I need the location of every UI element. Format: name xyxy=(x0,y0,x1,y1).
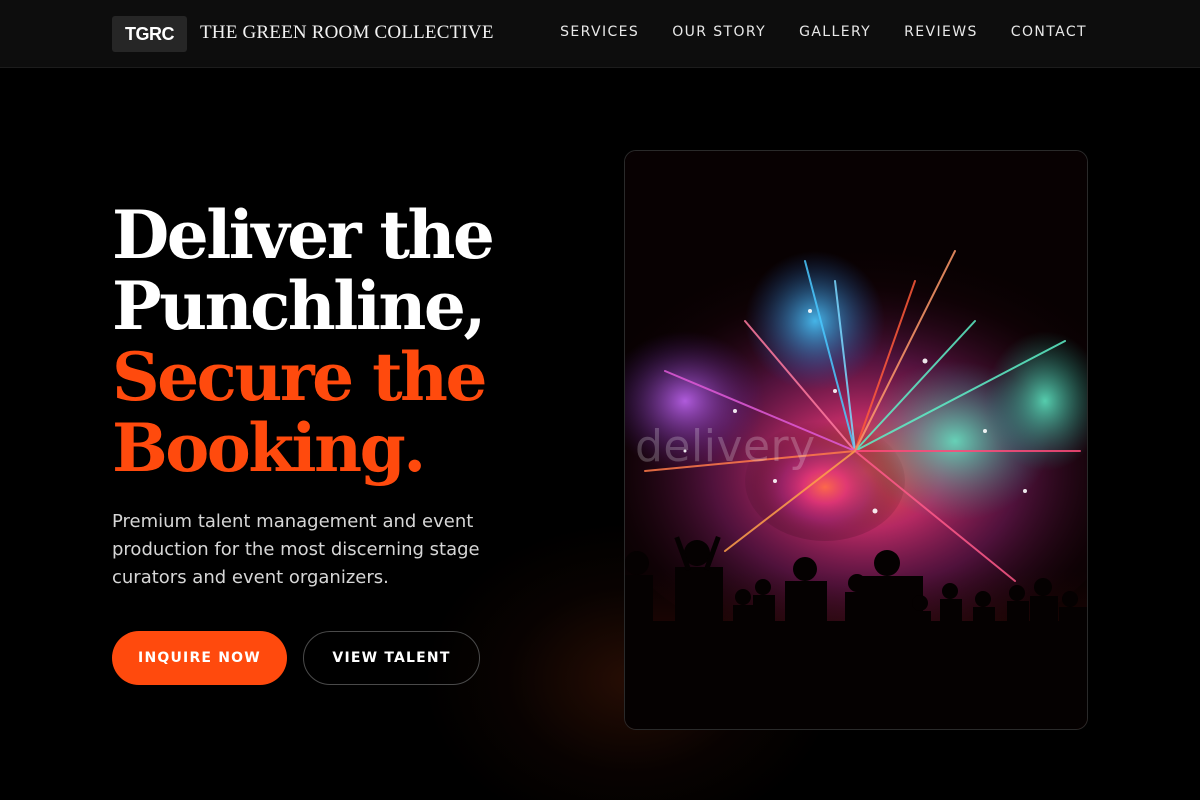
site-header: TGRC THE GREEN ROOM COLLECTIVE SERVICES … xyxy=(0,0,1200,68)
main-nav: SERVICES OUR STORY GALLERY REVIEWS CONTA… xyxy=(560,24,1087,40)
image-watermark: delivery xyxy=(635,421,816,472)
nav-services[interactable]: SERVICES xyxy=(560,24,639,40)
hero-subtitle: Premium talent management and event prod… xyxy=(112,511,480,588)
headline-line-3: Secure the xyxy=(112,338,488,416)
brand-name[interactable]: THE GREEN ROOM COLLECTIVE xyxy=(200,22,494,44)
hero-image-fireworks-crowd: delivery xyxy=(624,150,1088,730)
view-talent-button[interactable]: VIEW TALENT xyxy=(303,631,480,685)
nav-contact[interactable]: CONTACT xyxy=(1011,24,1087,40)
nav-gallery[interactable]: GALLERY xyxy=(799,24,871,40)
inquire-now-button[interactable]: INQUIRE NOW xyxy=(112,631,287,685)
headline-line-4: Booking. xyxy=(112,409,426,487)
hero-headline: Deliver the Punchline, Secure the Bookin… xyxy=(112,200,582,484)
headline-line-1: Deliver the xyxy=(112,196,495,274)
nav-our-story[interactable]: OUR STORY xyxy=(672,24,766,40)
logo[interactable]: TGRC xyxy=(112,16,187,52)
nav-reviews[interactable]: REVIEWS xyxy=(904,24,978,40)
headline-line-2: Punchline, xyxy=(112,267,486,345)
